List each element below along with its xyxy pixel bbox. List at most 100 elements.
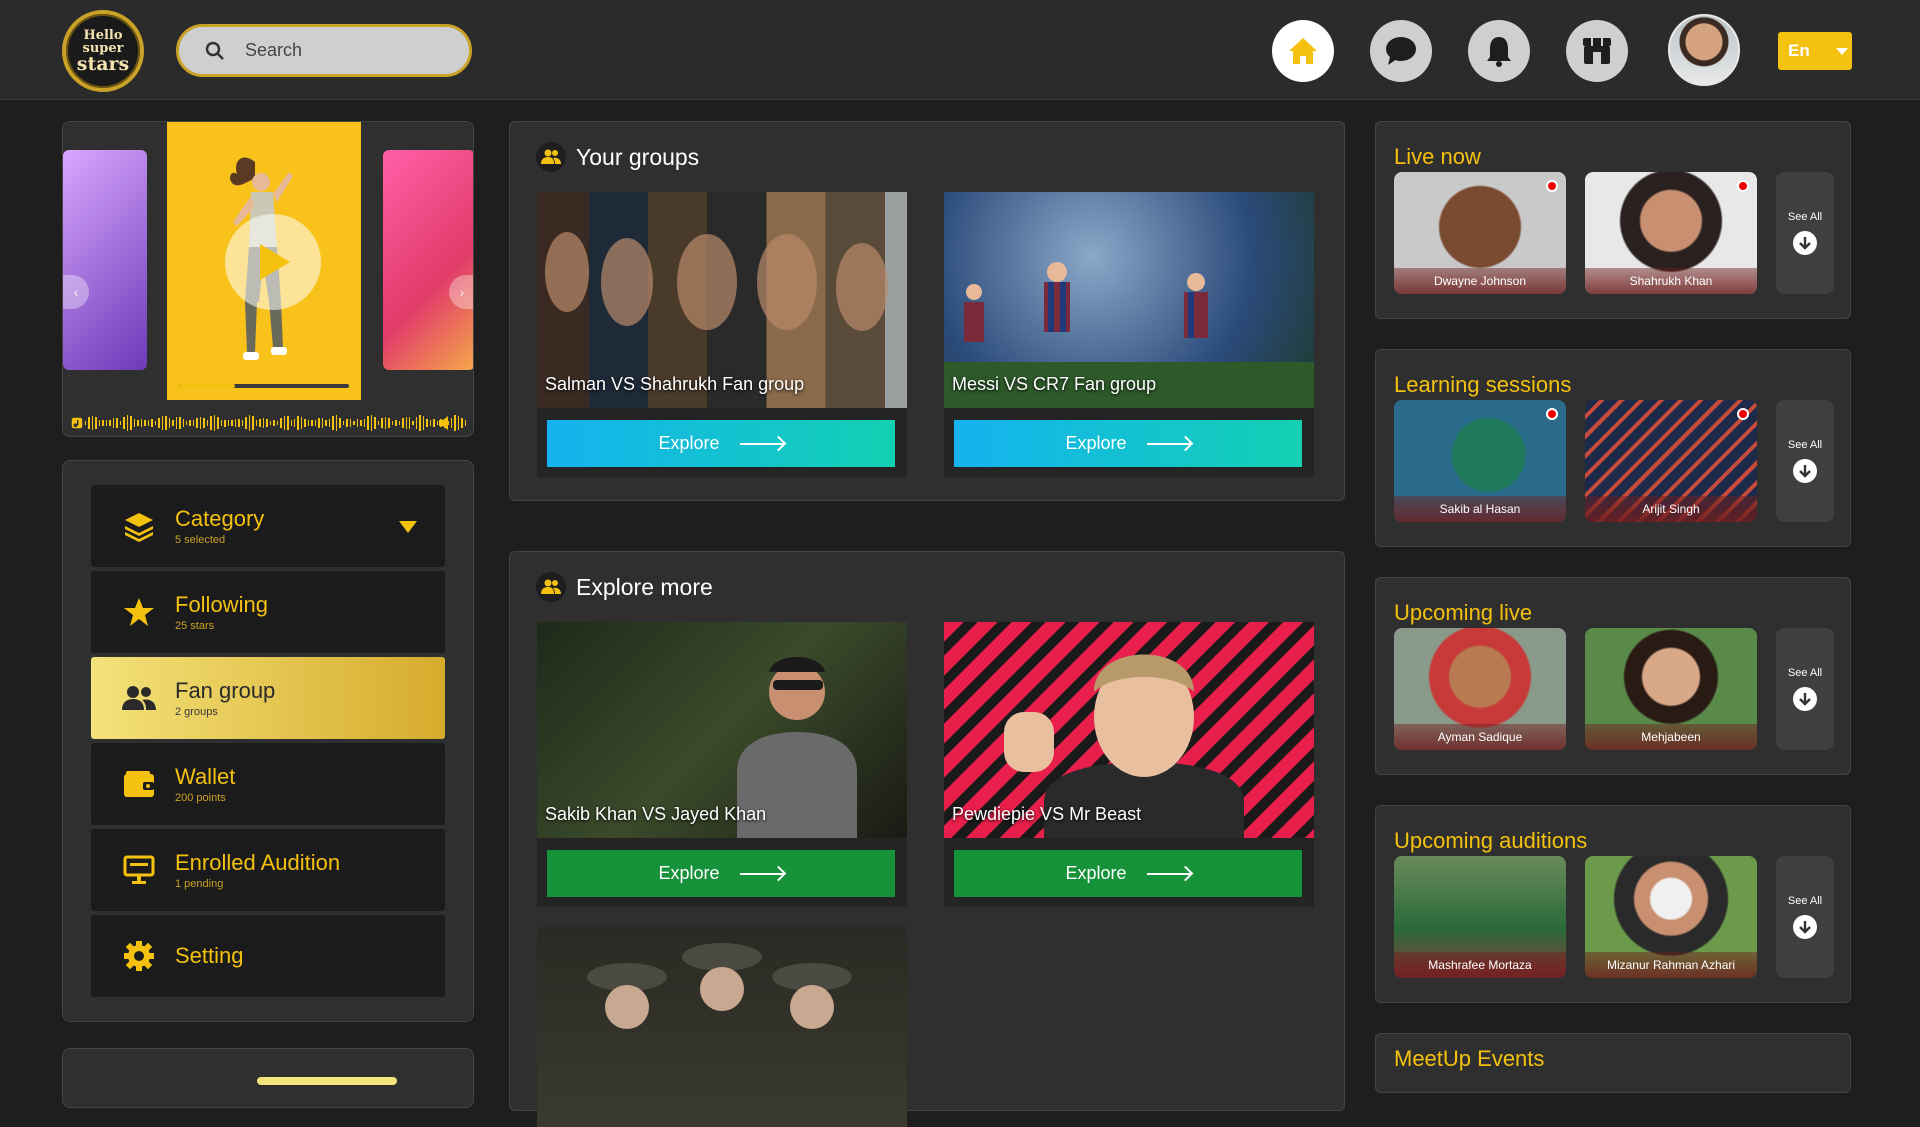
see-all-button[interactable]: See All	[1776, 856, 1834, 978]
waveform-bar	[217, 417, 219, 429]
waveform-bar	[328, 418, 331, 428]
waveform-bar	[464, 419, 467, 427]
waveform-bar	[304, 419, 306, 427]
waveform-bar	[360, 419, 362, 427]
group-card[interactable]	[537, 927, 907, 1127]
explore-more-panel: Explore more Sakib Khan VS Jayed Khan Ex…	[509, 551, 1345, 1127]
play-button[interactable]	[225, 214, 321, 310]
star-thumbnail[interactable]: Ayman Sadique	[1394, 628, 1566, 750]
explore-button[interactable]: Explore	[547, 850, 895, 897]
star-thumbnail[interactable]: Shahrukh Khan	[1585, 172, 1757, 294]
live-indicator	[1737, 180, 1749, 192]
waveform-bar	[349, 419, 352, 427]
waveform-bar	[266, 418, 268, 428]
waveform-bar	[102, 419, 104, 427]
group-card[interactable]: Messi VS CR7 Fan group Explore	[944, 192, 1314, 477]
search-input[interactable]	[245, 40, 445, 61]
sidebar-item-enrolled-audition[interactable]: Enrolled Audition 1 pending	[91, 829, 445, 911]
video-progress-bar[interactable]	[179, 384, 349, 388]
waveform-bar	[273, 419, 275, 427]
sidebar-item-category[interactable]: Category 5 selected	[91, 485, 445, 567]
star-thumbnail[interactable]: Mashrafee Mortaza	[1394, 856, 1566, 978]
home-button[interactable]	[1272, 20, 1334, 82]
carousel-slide-next[interactable]	[383, 150, 473, 370]
waveform-bar	[199, 416, 202, 430]
group-card[interactable]: Sakib Khan VS Jayed Khan Explore	[537, 622, 907, 907]
sidebar-item-wallet[interactable]: Wallet 200 points	[91, 743, 445, 825]
waveform-bar	[259, 418, 261, 428]
waveform-bar	[182, 419, 184, 427]
star-thumbnail[interactable]: Dwayne Johnson	[1394, 172, 1566, 294]
explore-button[interactable]: Explore	[954, 850, 1302, 897]
waveform-bar	[224, 419, 226, 427]
waveform-bar	[280, 418, 282, 428]
sidebar-item-setting[interactable]: Setting	[91, 915, 445, 997]
explore-button[interactable]: Explore	[547, 420, 895, 467]
star-thumbnail[interactable]: Mehjabeen	[1585, 628, 1757, 750]
arrow-down-icon	[1793, 459, 1817, 483]
group-icon	[541, 149, 561, 164]
waveform-bar	[213, 415, 216, 431]
carousel-slide-current[interactable]	[167, 122, 361, 400]
chevron-right-icon: ›	[459, 284, 465, 300]
sidebar-extra-button[interactable]	[257, 1077, 397, 1085]
see-all-button[interactable]: See All	[1776, 628, 1834, 750]
sidebar-item-sublabel: 200 points	[175, 792, 226, 804]
see-all-button[interactable]: See All	[1776, 400, 1834, 522]
waveform-bar	[395, 420, 397, 426]
see-all-button[interactable]: See All	[1776, 172, 1834, 294]
carousel-slide-previous[interactable]	[63, 150, 147, 370]
waveform-bar	[165, 415, 167, 431]
star-name: Arijit Singh	[1585, 496, 1757, 522]
sidebar-item-fan-group[interactable]: Fan group 2 groups	[91, 657, 445, 739]
notifications-button[interactable]	[1468, 20, 1530, 82]
user-avatar[interactable]	[1668, 14, 1740, 86]
star-name: Mashrafee Mortaza	[1394, 952, 1566, 978]
explore-button-label: Explore	[1065, 433, 1127, 453]
waveform-bar	[234, 418, 237, 428]
waveform-bar	[172, 419, 174, 427]
waveform-bar	[307, 420, 310, 426]
sidebar-item-following[interactable]: Following 25 stars	[91, 571, 445, 653]
hello-superstars-logo[interactable]: Hello super stars	[62, 10, 144, 92]
waveform-bar	[262, 417, 265, 429]
explore-button-label: Explore	[1065, 863, 1127, 883]
star-thumbnail[interactable]: Arijit Singh	[1585, 400, 1757, 522]
waveform-bar	[126, 415, 129, 431]
star-name: Mizanur Rahman Azhari	[1585, 952, 1757, 978]
waveform-bar	[196, 417, 198, 429]
volume-icon[interactable]	[437, 414, 455, 432]
language-selector[interactable]: En	[1778, 32, 1852, 70]
see-all-label: See All	[1787, 667, 1823, 679]
waveform-bar	[300, 416, 303, 430]
logo-text-stars: stars	[76, 52, 130, 75]
star-thumbnail[interactable]: Sakib al Hasan	[1394, 400, 1566, 522]
star-thumbnail[interactable]: Mizanur Rahman Azhari	[1585, 856, 1757, 978]
search-bar[interactable]	[176, 24, 472, 77]
group-card[interactable]: Pewdiepie VS Mr Beast Explore	[944, 622, 1314, 907]
waveform-bar	[144, 419, 146, 427]
waveform-bar	[248, 415, 251, 431]
gear-icon	[124, 941, 154, 971]
arrow-down-icon	[1793, 915, 1817, 939]
waveform-bar	[381, 417, 383, 429]
waveform-bar	[374, 417, 376, 429]
group-card[interactable]: Salman VS Shahrukh Fan group Explore	[537, 192, 907, 477]
see-all-label: See All	[1787, 211, 1823, 223]
waveform-bar	[241, 420, 244, 426]
waveform-bar	[405, 416, 407, 430]
presentation-icon	[123, 855, 155, 884]
waveform-bar	[88, 417, 90, 429]
sidebar-item-label: Fan group	[175, 678, 276, 703]
explore-button-label: Explore	[658, 433, 720, 453]
bell-icon	[1487, 37, 1511, 67]
language-label: En	[1788, 41, 1810, 60]
explore-button[interactable]: Explore	[954, 420, 1302, 467]
waveform-bar	[433, 419, 435, 427]
sidebar-item-sublabel: 25 stars	[175, 620, 215, 632]
messages-button[interactable]	[1370, 20, 1432, 82]
dropdown-caret-icon[interactable]	[399, 521, 417, 533]
chevron-down-icon	[1835, 47, 1848, 55]
store-button[interactable]	[1566, 20, 1628, 82]
waveform-bar	[105, 420, 108, 426]
